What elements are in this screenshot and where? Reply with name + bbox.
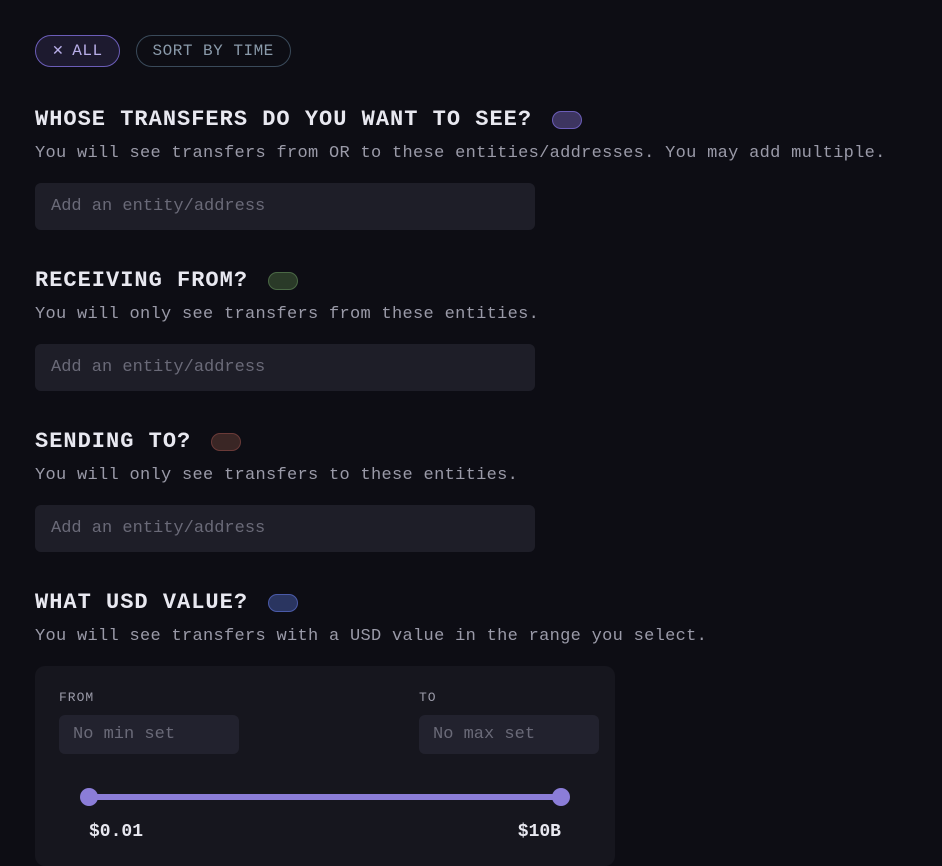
to-label: TO (419, 690, 599, 705)
whose-transfers-title: WHOSE TRANSFERS DO YOU WANT TO SEE? (35, 107, 532, 132)
sending-badge (211, 433, 241, 451)
whose-badge (552, 111, 582, 129)
whose-entity-input[interactable] (35, 183, 535, 230)
usd-slider-min-handle[interactable] (80, 788, 98, 806)
receiving-from-section: RECEIVING FROM? You will only see transf… (35, 268, 907, 391)
range-from-col: FROM (59, 690, 239, 754)
sort-by-time-pill[interactable]: SORT BY TIME (136, 35, 291, 67)
section-header: WHOSE TRANSFERS DO YOU WANT TO SEE? (35, 107, 907, 132)
section-header: WHAT USD VALUE? (35, 590, 907, 615)
receiving-entity-input[interactable] (35, 344, 535, 391)
slider-wrap: $0.01 $10B (59, 794, 591, 842)
receiving-from-title: RECEIVING FROM? (35, 268, 248, 293)
range-to-col: TO (419, 690, 599, 754)
sending-to-title: SENDING TO? (35, 429, 191, 454)
usd-value-title: WHAT USD VALUE? (35, 590, 248, 615)
usd-from-input[interactable] (59, 715, 239, 754)
section-header: RECEIVING FROM? (35, 268, 907, 293)
usd-slider-max-handle[interactable] (552, 788, 570, 806)
usd-range-box: FROM TO $0.01 $10B (35, 666, 615, 866)
usd-value-desc: You will see transfers with a USD value … (35, 627, 907, 646)
receiving-badge (268, 272, 298, 290)
usd-to-input[interactable] (419, 715, 599, 754)
range-inputs: FROM TO (59, 690, 591, 754)
sending-to-desc: You will only see transfers to these ent… (35, 466, 907, 485)
filter-bar: ✕ ALL SORT BY TIME (35, 35, 907, 67)
usd-badge (268, 594, 298, 612)
filter-all-pill[interactable]: ✕ ALL (35, 35, 120, 67)
whose-transfers-section: WHOSE TRANSFERS DO YOU WANT TO SEE? You … (35, 107, 907, 230)
filter-all-label: ALL (72, 42, 102, 60)
sending-entity-input[interactable] (35, 505, 535, 552)
from-label: FROM (59, 690, 239, 705)
usd-max-display: $10B (518, 822, 561, 842)
section-header: SENDING TO? (35, 429, 907, 454)
usd-slider-track[interactable] (89, 794, 561, 800)
sort-label: SORT BY TIME (153, 42, 274, 60)
whose-transfers-desc: You will see transfers from OR to these … (35, 144, 907, 163)
slider-labels: $0.01 $10B (89, 822, 561, 842)
close-icon: ✕ (52, 43, 64, 60)
usd-min-display: $0.01 (89, 822, 143, 842)
usd-value-section: WHAT USD VALUE? You will see transfers w… (35, 590, 907, 866)
sending-to-section: SENDING TO? You will only see transfers … (35, 429, 907, 552)
receiving-from-desc: You will only see transfers from these e… (35, 305, 907, 324)
